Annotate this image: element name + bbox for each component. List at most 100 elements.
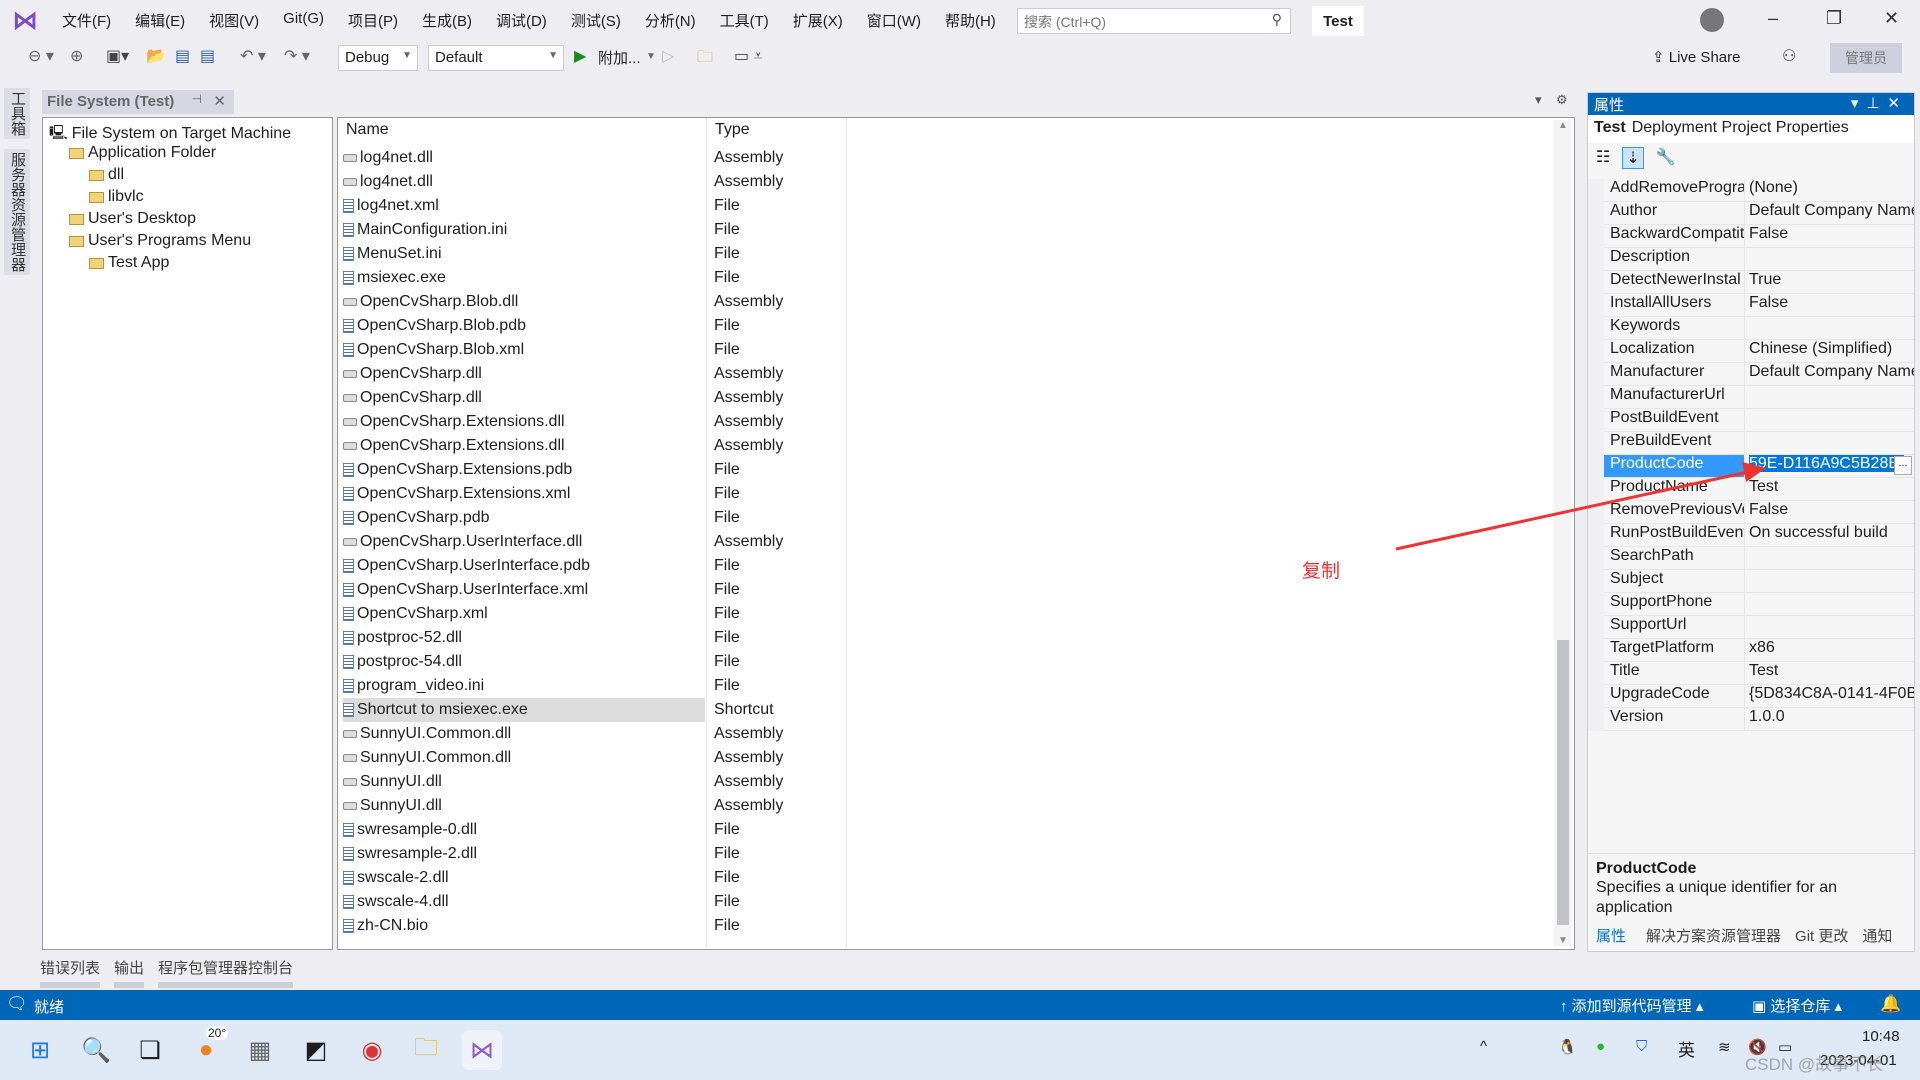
table-row[interactable]: swresample-0.dll File [343,818,1543,842]
property-row[interactable]: Version 1.0.0 [1588,708,1914,731]
find-in-files-icon[interactable]: 🗀 [697,46,713,73]
start-without-debug-icon[interactable]: ▷ [662,46,674,66]
security-shield-icon[interactable]: ⛉ [1636,1038,1647,1055]
tab-properties[interactable]: 属性 [1590,925,1633,946]
table-row[interactable]: postproc-54.dll File [343,650,1543,674]
property-row[interactable]: AddRemoveProgra (None) [1588,179,1914,202]
property-row[interactable]: ManufacturerUrl [1588,386,1914,409]
redo-icon[interactable]: ↷ ▾ [284,46,310,66]
dropdown-icon[interactable]: ▾ [1535,92,1542,107]
qq-icon[interactable]: 🐧 [1558,1038,1577,1056]
attach-button[interactable]: 附加... [598,47,641,68]
column-header-name[interactable]: Name [346,121,389,139]
undo-icon[interactable]: ↶ ▾ [240,46,266,66]
property-pages-icon[interactable]: 🔧 [1656,147,1676,169]
table-row[interactable]: log4net.xml File [343,194,1543,218]
property-row[interactable]: Title Test [1588,662,1914,685]
table-row[interactable]: SunnyUI.Common.dll Assembly [343,746,1543,770]
table-row[interactable]: SunnyUI.Common.dll Assembly [343,722,1543,746]
back-icon[interactable]: ⊖ ▾ [28,46,54,66]
property-row[interactable]: UpgradeCode {5D834C8A-0141-4F0B [1588,685,1914,708]
property-row[interactable]: Description [1588,248,1914,271]
tab-error-list[interactable]: 错误列表 [40,957,101,988]
menu-item[interactable]: 项目(P) [336,10,410,31]
property-value[interactable]: Default Company Name [1745,202,1914,225]
menu-item[interactable]: 文件(F) [50,10,123,31]
table-row[interactable]: msiexec.exe File [343,266,1543,290]
tree-node[interactable]: User's Programs Menu [69,232,251,250]
tree-node[interactable]: 🖳 File System on Target Machine [49,122,291,146]
menu-item[interactable]: 测试(S) [559,10,633,31]
property-row[interactable]: SupportUrl [1588,616,1914,639]
menu-item[interactable]: 调试(D) [484,10,559,31]
property-value[interactable]: Test [1745,662,1914,685]
avatar[interactable] [1700,8,1724,32]
menu-item[interactable]: 编辑(E) [123,10,197,31]
task-view-icon[interactable]: ❏ [130,1030,170,1070]
sticky-notes-icon[interactable]: ◩ [296,1030,336,1070]
select-repo-button[interactable]: ▣ 选择仓库 ▴ [1752,995,1842,1016]
property-value[interactable]: Test [1745,478,1914,501]
table-row[interactable]: OpenCvSharp.Blob.dll Assembly [343,290,1543,314]
property-value[interactable]: False [1745,225,1914,248]
property-value[interactable]: x86 [1745,639,1914,662]
close-tab-icon[interactable]: ✕ [213,92,226,110]
tab-notifications[interactable]: 通知 [1862,925,1892,946]
alphabetical-icon[interactable]: ⇣ [1622,147,1644,169]
wechat-icon[interactable]: ● [1596,1038,1605,1055]
menu-item[interactable]: 分析(N) [633,10,708,31]
new-project-icon[interactable]: ▣▾ [106,46,129,66]
property-value[interactable]: Chinese (Simplified) [1745,340,1914,363]
toolbox-tab[interactable]: 工具箱 [4,88,30,139]
property-value[interactable] [1745,547,1914,570]
forward-icon[interactable]: ⊕ [70,46,83,66]
visual-studio-icon[interactable]: ⋈ [462,1030,502,1070]
ellipsis-button[interactable]: ... [1894,456,1912,475]
chevron-down-icon[interactable]: ▼ [646,51,656,62]
property-row[interactable]: Localization Chinese (Simplified) [1588,340,1914,363]
tree-node[interactable]: Test App [89,254,169,272]
restore-button[interactable]: ❐ [1826,8,1842,29]
table-row[interactable]: swscale-2.dll File [343,866,1543,890]
menu-item[interactable]: Git(G) [271,10,336,31]
live-share-button[interactable]: ⇪ Live Share [1652,48,1740,66]
table-row[interactable]: OpenCvSharp.Extensions.dll Assembly [343,434,1543,458]
tree-node[interactable]: User's Desktop [69,210,196,228]
calculator-icon[interactable]: ▦ [240,1030,280,1070]
table-row[interactable]: OpenCvSharp.pdb File [343,506,1543,530]
property-value[interactable] [1745,409,1914,432]
clock-time[interactable]: 10:48 [1862,1028,1900,1045]
property-value[interactable]: Default Company Name [1745,363,1914,386]
menu-item[interactable]: 扩展(X) [781,10,855,31]
table-row[interactable]: program_video.ini File [343,674,1543,698]
property-value[interactable] [1745,570,1914,593]
object-selector[interactable]: Test Deployment Project Properties [1588,115,1914,143]
dropdown-icon[interactable]: ▾ [1851,95,1867,112]
scrollbar-thumb[interactable] [1557,640,1569,925]
tree-node[interactable]: libvlc [89,188,144,206]
categorized-icon[interactable]: ☷ [1596,147,1610,169]
property-row[interactable]: PostBuildEvent [1588,409,1914,432]
property-row[interactable]: Subject [1588,570,1914,593]
table-row[interactable]: OpenCvSharp.Blob.xml File [343,338,1543,362]
add-source-control-button[interactable]: ↑ 添加到源代码管理 ▴ [1560,995,1703,1016]
table-row[interactable]: SunnyUI.dll Assembly [343,770,1543,794]
tree-node[interactable]: dll [89,166,124,184]
property-row[interactable]: SupportPhone [1588,593,1914,616]
tree-node[interactable]: Application Folder [69,144,216,162]
file-explorer-icon[interactable]: 🗀 [406,1030,446,1070]
property-row[interactable]: DetectNewerInstal True [1588,271,1914,294]
property-value[interactable]: (None) [1745,179,1914,202]
menu-item[interactable]: 工具(T) [708,10,781,31]
tab-solution-explorer[interactable]: 解决方案资源管理器 [1646,925,1781,946]
pin-icon[interactable]: ⊣ [192,92,202,106]
server-explorer-tab[interactable]: 服务器资源管理器 [4,149,30,275]
table-row[interactable]: OpenCvSharp.Blob.pdb File [343,314,1543,338]
property-value[interactable] [1745,248,1914,271]
close-icon[interactable]: ✕ [1887,95,1908,112]
search-input[interactable]: 搜索 (Ctrl+Q) ⚲ [1017,8,1291,34]
table-row[interactable]: MenuSet.ini File [343,242,1543,266]
platform-dropdown[interactable]: Default ▼ [428,45,564,71]
table-row[interactable]: swscale-4.dll File [343,890,1543,914]
table-row[interactable]: OpenCvSharp.dll Assembly [343,386,1543,410]
